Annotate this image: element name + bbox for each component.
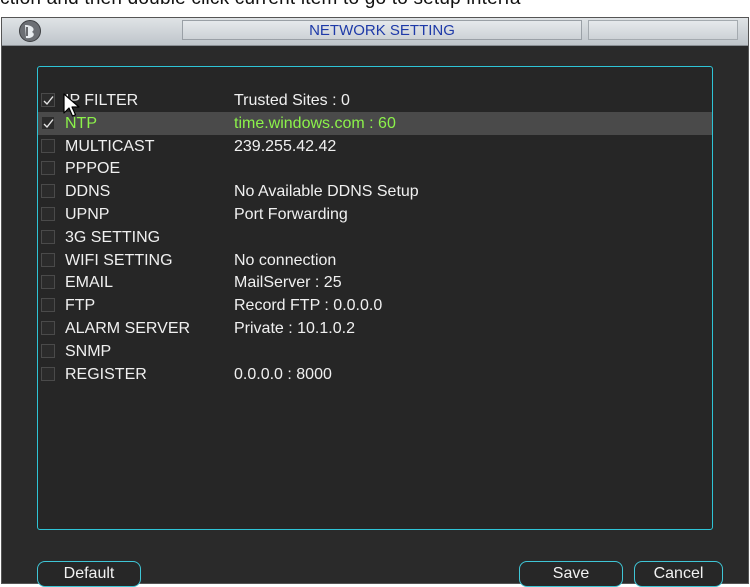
item-checkbox[interactable] bbox=[41, 252, 55, 267]
item-value: Private : 10.1.0.2 bbox=[234, 320, 355, 337]
list-item[interactable]: DDNS No Available DDNS Setup bbox=[38, 180, 712, 203]
list-item[interactable]: IP FILTER Trusted Sites : 0 bbox=[38, 89, 712, 112]
item-name: UPNP bbox=[65, 206, 110, 223]
list-item[interactable]: 3G SETTING bbox=[38, 226, 712, 249]
item-value: 0.0.0.0 : 8000 bbox=[234, 365, 332, 383]
item-checkbox[interactable] bbox=[41, 207, 55, 221]
network-setting-window: NETWORK SETTING IP FILTER Trusted Sites :… bbox=[1, 17, 749, 587]
network-item-list[interactable]: IP FILTER Trusted Sites : 0 NTP time.window… bbox=[37, 66, 713, 530]
save-button[interactable]: Save bbox=[519, 561, 623, 587]
list-item[interactable]: NTP time.windows.com : 60 bbox=[38, 111, 712, 135]
list-item[interactable]: ALARM SERVER Private : 10.1.0.2 bbox=[38, 317, 712, 340]
item-checkbox[interactable] bbox=[41, 93, 55, 107]
item-checkbox[interactable] bbox=[41, 229, 55, 244]
item-name: SNMP bbox=[65, 342, 112, 360]
window-title: NETWORK SETTING bbox=[182, 20, 582, 40]
item-checkbox[interactable] bbox=[41, 115, 55, 130]
item-name: DDNS bbox=[65, 183, 111, 201]
cancel-button[interactable]: Cancel bbox=[634, 561, 723, 587]
list-item[interactable]: PPPOE bbox=[38, 157, 712, 180]
item-name: REGISTER bbox=[65, 365, 147, 383]
item-checkbox[interactable] bbox=[41, 343, 55, 358]
item-name: MULTICAST bbox=[65, 137, 155, 155]
item-checkbox[interactable] bbox=[41, 298, 55, 313]
item-value: Trusted Sites : 0 bbox=[234, 92, 350, 109]
list-item[interactable]: UPNP Port Forwarding bbox=[38, 203, 712, 226]
item-checkbox[interactable] bbox=[41, 138, 55, 153]
item-name: PPPOE bbox=[65, 160, 121, 178]
dahua-logo-icon bbox=[19, 20, 41, 42]
item-value: No Available DDNS Setup bbox=[234, 183, 419, 201]
item-value: MailServer : 25 bbox=[234, 274, 342, 292]
check-icon bbox=[43, 96, 54, 106]
mouse-pointer-icon bbox=[63, 93, 80, 117]
list-item[interactable]: SNMP bbox=[38, 340, 712, 363]
list-item[interactable]: FTP Record FTP : 0.0.0.0 bbox=[38, 294, 712, 317]
item-value: 239.255.42.42 bbox=[234, 137, 337, 155]
item-name: ALARM SERVER bbox=[65, 320, 191, 337]
title-bar: NETWORK SETTING bbox=[2, 18, 748, 46]
item-value: Port Forwarding bbox=[234, 206, 348, 223]
list-item[interactable]: EMAIL MailServer : 25 bbox=[38, 271, 712, 294]
item-checkbox[interactable] bbox=[41, 184, 55, 199]
list-item[interactable]: MULTICAST 239.255.42.42 bbox=[38, 135, 712, 158]
item-checkbox[interactable] bbox=[41, 275, 55, 290]
instruction-text: ction and then double click current item… bbox=[0, 0, 750, 18]
list-item[interactable]: REGISTER 0.0.0.0 : 8000 bbox=[38, 363, 712, 386]
list-item[interactable]: WIFI SETTING No connection bbox=[38, 249, 712, 272]
item-name: EMAIL bbox=[65, 274, 114, 292]
item-checkbox[interactable] bbox=[41, 321, 55, 335]
item-value: No connection bbox=[234, 251, 337, 269]
item-name: WIFI SETTING bbox=[65, 251, 173, 269]
item-value: time.windows.com : 60 bbox=[234, 114, 396, 132]
title-bar-right-panel bbox=[588, 20, 738, 40]
item-checkbox[interactable] bbox=[41, 161, 55, 176]
item-checkbox[interactable] bbox=[41, 366, 55, 381]
item-name: 3G SETTING bbox=[65, 228, 161, 246]
item-value: Record FTP : 0.0.0.0 bbox=[234, 297, 383, 315]
check-icon bbox=[43, 118, 54, 128]
item-name: FTP bbox=[65, 297, 96, 315]
default-button[interactable]: Default bbox=[37, 561, 141, 587]
